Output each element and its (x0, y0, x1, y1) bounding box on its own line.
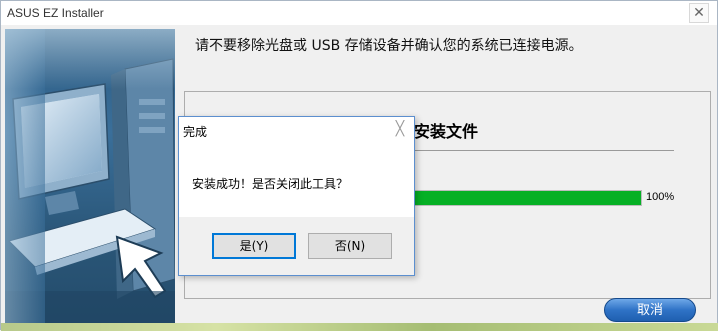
dialog-footer: 是(Y) 否(N) (179, 217, 414, 275)
section-title: 安装文件 (414, 122, 479, 141)
divider (414, 150, 674, 151)
installer-window: ASUS EZ Installer ✕ 请不要移除光盘或 USB 存储设备并确认… (0, 0, 718, 331)
close-icon[interactable]: ✕ (689, 3, 709, 23)
computer-illustration (5, 29, 175, 326)
progress-bar (414, 190, 642, 206)
yes-button[interactable]: 是(Y) (212, 233, 296, 259)
completion-dialog: 完成 ╳ 安装成功！是否关闭此工具？ 是(Y) 否(N) (178, 116, 415, 276)
instruction-text: 请不要移除光盘或 USB 存储设备并确认您的系统已连接电源。 (195, 38, 583, 54)
progress-label: 100% (646, 191, 675, 203)
no-button[interactable]: 否(N) (308, 233, 392, 259)
close-icon[interactable]: ╳ (392, 121, 408, 137)
dialog-message: 安装成功！是否关闭此工具？ (192, 177, 349, 191)
progress-fill (415, 191, 641, 205)
cancel-button[interactable]: 取消 (604, 298, 696, 322)
dialog-title: 完成 (183, 125, 208, 139)
window-title: ASUS EZ Installer (7, 6, 104, 20)
title-bar: ASUS EZ Installer ✕ (1, 1, 717, 25)
